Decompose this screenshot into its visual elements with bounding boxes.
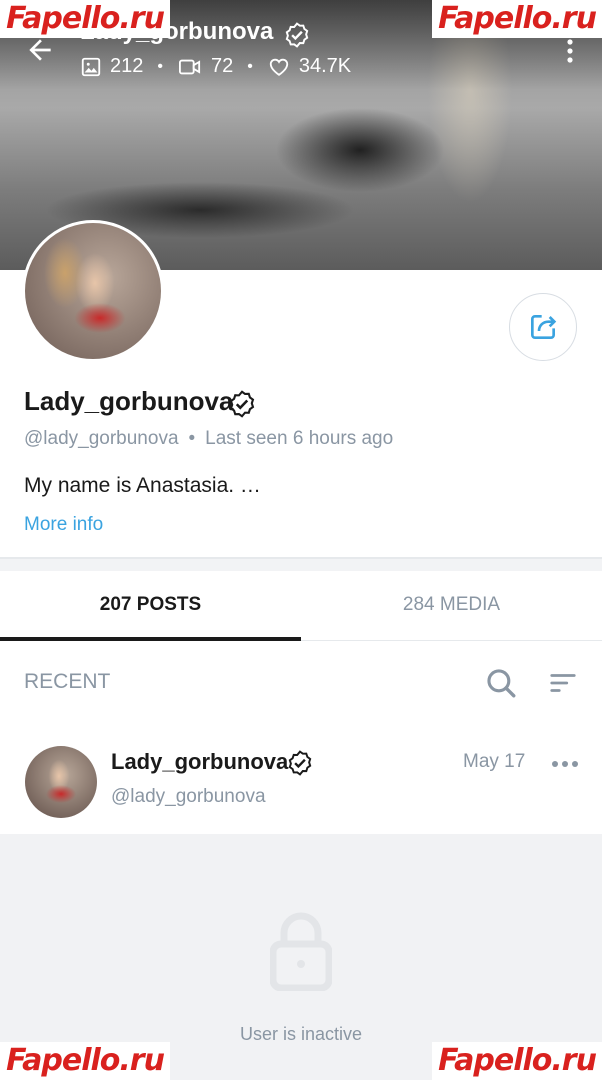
verified-badge-icon: [285, 22, 309, 48]
heart-icon: [269, 58, 289, 76]
image-icon: [81, 57, 101, 76]
profile-avatar[interactable]: [22, 220, 164, 362]
verified-badge-icon: [288, 750, 312, 776]
video-icon: [178, 59, 201, 74]
profile-handle: @lady_gorbunova: [24, 428, 179, 449]
search-icon[interactable]: [484, 666, 518, 700]
meta-separator: •: [188, 428, 196, 449]
tab-media[interactable]: 284 MEDIA: [301, 571, 602, 639]
tab-posts[interactable]: 207 POSTS: [0, 571, 301, 639]
videos-count: 72: [210, 55, 234, 77]
likes-count: 34.7K: [298, 55, 352, 77]
section-gap: [0, 559, 602, 571]
photos-count: 212: [110, 55, 144, 77]
watermark: Fapello.ru: [432, 1042, 602, 1080]
sort-icon[interactable]: [548, 668, 578, 698]
watermark: Fapello.ru: [0, 0, 170, 38]
back-arrow-icon[interactable]: [24, 34, 56, 66]
feed-section-label: RECENT: [24, 670, 111, 693]
more-info-link[interactable]: More info: [24, 514, 103, 536]
verified-badge-icon: [229, 390, 255, 418]
watermark: Fapello.ru: [0, 1042, 170, 1080]
more-horizontal-icon[interactable]: [551, 757, 579, 771]
active-tab-indicator: [0, 637, 301, 641]
stats-separator: •: [157, 57, 163, 75]
watermark: Fapello.ru: [432, 0, 602, 38]
stats-separator: •: [247, 57, 253, 75]
post-author-handle: @lady_gorbunova: [111, 786, 266, 807]
profile-meta: @lady_gorbunova • Last seen 6 hours ago: [24, 428, 393, 450]
lock-icon: [270, 912, 332, 991]
profile-name: Lady_gorbunova: [24, 386, 234, 416]
post-date: May 17: [463, 751, 526, 772]
videos-stat: 72: [177, 55, 233, 78]
likes-stat: 34.7K: [267, 55, 351, 78]
post-avatar[interactable]: [25, 746, 97, 818]
post-author-name[interactable]: Lady_gorbunova: [111, 749, 288, 775]
more-options-icon[interactable]: [560, 36, 580, 66]
profile-bio: My name is Anastasia. …: [24, 474, 261, 497]
last-seen: Last seen 6 hours ago: [205, 428, 394, 449]
profile-stats: 212 • 72 • 34.7K: [80, 55, 351, 78]
profile-page: Lady_gorbunova 212 • 72 • 34.7K Fapello.…: [0, 0, 602, 1080]
photos-stat: 212: [80, 55, 143, 78]
share-button[interactable]: [509, 293, 577, 361]
share-icon: [531, 315, 557, 339]
